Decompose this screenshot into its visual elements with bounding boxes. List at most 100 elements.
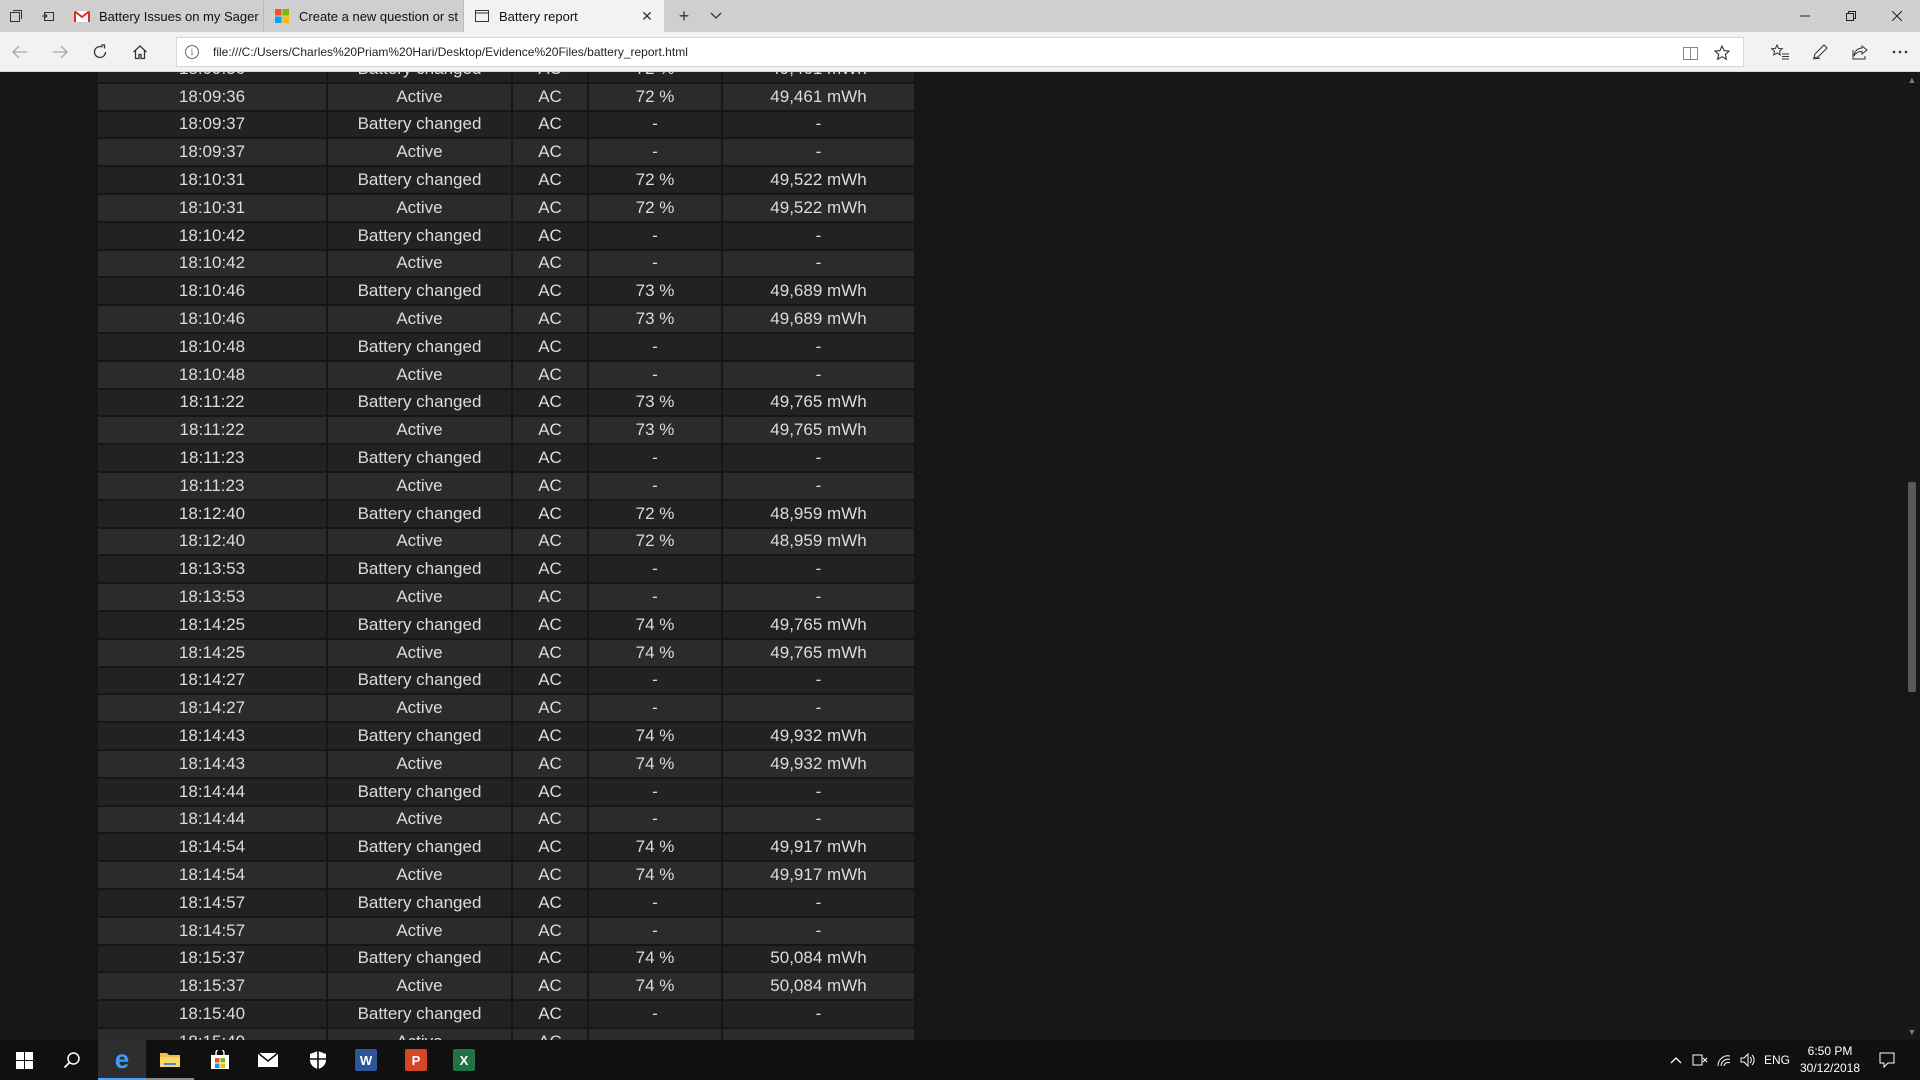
time-cell: 18:15:40 [98,1028,328,1040]
edge-icon[interactable]: e [98,1040,146,1080]
source-cell: AC [513,194,589,223]
percent-cell: - [589,667,723,696]
restore-icon[interactable] [1828,0,1874,32]
state-cell: Battery changed [328,834,513,863]
set-tabs-aside-icon[interactable] [32,0,64,32]
source-cell: AC [513,862,589,890]
minimize-icon[interactable] [1782,0,1828,32]
excel-icon[interactable]: X [440,1040,488,1080]
time-cell: 18:14:57 [98,889,328,918]
capacity-cell: - [723,472,916,501]
url-text[interactable]: file:///C:/Users/Charles%20Priam%20Hari/… [213,45,688,59]
time-cell: 18:14:27 [98,667,328,696]
volume-icon[interactable] [1736,1040,1760,1080]
time-cell: 18:14:25 [98,611,328,640]
scroll-up-icon[interactable]: ▲ [1904,72,1920,88]
new-tab-icon[interactable]: + [668,0,700,32]
site-info-icon[interactable]: i [185,45,199,59]
source-cell: AC [513,139,589,168]
source-cell: AC [513,778,589,807]
percent-cell: 73 % [589,306,723,334]
reading-view-icon[interactable] [1679,42,1701,64]
source-cell: AC [513,83,589,112]
source-cell: AC [513,250,589,279]
table-row: 18:11:23 Battery changed AC - - [98,445,916,473]
state-cell: Battery changed [328,333,513,362]
scrollbar-thumb[interactable] [1908,482,1916,692]
capacity-cell: 49,461 mWh [723,83,916,112]
more-options-icon[interactable] [1882,36,1918,68]
close-window-icon[interactable] [1874,0,1920,32]
percent-cell: 72 % [589,528,723,557]
table-row: 18:14:43 Battery changed AC 74 % 49,932 mWh [98,723,916,751]
favorites-hub-icon[interactable] [1762,36,1798,68]
show-hidden-icons-chevron-icon[interactable] [1664,1040,1688,1080]
tab-actions-icon[interactable] [0,0,32,32]
clock[interactable]: 6:50 PM 30/12/2018 [1790,1043,1870,1077]
back-icon[interactable] [2,36,38,68]
tab-microsoft[interactable]: Create a new question or st [264,0,464,32]
time-cell: 18:12:40 [98,500,328,529]
percent-cell: 74 % [589,639,723,668]
state-cell: Active [328,695,513,724]
tab-battery-report[interactable]: Battery report ✕ [464,0,664,32]
source-cell: AC [513,1028,589,1040]
capacity-cell: - [723,445,916,473]
favorite-star-icon[interactable] [1711,42,1733,64]
title-bar: Battery Issues on my Sager Create a new … [0,0,1920,32]
state-cell: Battery changed [328,945,513,974]
close-tab-icon[interactable]: ✕ [638,7,656,25]
time-cell: 18:13:53 [98,584,328,612]
time-cell: 18:12:40 [98,528,328,557]
time-cell: 18:11:22 [98,389,328,418]
powerpoint-icon[interactable]: P [392,1040,440,1080]
vertical-scrollbar[interactable]: ▲ ▼ [1904,72,1920,1040]
state-cell: Active [328,917,513,946]
store-icon[interactable] [196,1040,244,1080]
address-bar[interactable]: i file:///C:/Users/Charles%20Priam%20Har… [176,37,1744,67]
capacity-cell: 49,917 mWh [723,862,916,890]
start-icon[interactable] [0,1040,48,1080]
tab-gmail[interactable]: Battery Issues on my Sager [64,0,264,32]
percent-cell: 74 % [589,750,723,779]
time-cell: 18:10:31 [98,194,328,223]
capacity-cell: - [723,917,916,946]
state-cell: Active [328,417,513,446]
table-row: 18:15:37 Battery changed AC 74 % 50,084 mWh [98,945,916,974]
page-icon [474,8,490,24]
tab-preview-chevron-icon[interactable] [700,0,732,32]
forward-icon[interactable] [42,36,78,68]
tab-title: Create a new question or st [299,8,458,24]
share-icon[interactable] [1842,36,1878,68]
home-icon[interactable] [122,36,158,68]
table-row: 18:11:22 Active AC 73 % 49,765 mWh [98,417,916,446]
percent-cell: 74 % [589,945,723,974]
state-cell: Battery changed [328,667,513,696]
table-row: 18:11:22 Battery changed AC 73 % 49,765 mWh [98,389,916,418]
capacity-cell: - [723,806,916,835]
network-icon[interactable] [1712,1040,1736,1080]
source-cell: AC [513,639,589,668]
time-cell: 18:10:48 [98,361,328,390]
time-cell: 18:10:42 [98,222,328,251]
capacity-cell: - [723,111,916,140]
capacity-cell: 49,932 mWh [723,750,916,779]
table-row: 18:12:40 Active AC 72 % 48,959 mWh [98,528,916,557]
time-cell: 18:11:23 [98,445,328,473]
input-indicator-icon[interactable] [1688,1040,1712,1080]
language-indicator[interactable]: ENG [1762,1040,1792,1080]
action-center-icon[interactable] [1872,1040,1902,1080]
source-cell: AC [513,556,589,585]
file-explorer-icon[interactable] [146,1040,194,1080]
refresh-icon[interactable] [82,36,118,68]
word-icon[interactable]: W [342,1040,390,1080]
table-row: 18:14:54 Battery changed AC 74 % 49,917 mWh [98,834,916,863]
percent-cell: 74 % [589,611,723,640]
table-row: 18:10:46 Active AC 73 % 49,689 mWh [98,306,916,334]
scroll-down-icon[interactable]: ▼ [1904,1024,1920,1040]
web-note-pen-icon[interactable] [1802,36,1838,68]
mail-icon[interactable] [244,1040,292,1080]
defender-icon[interactable] [294,1040,342,1080]
table-row: 18:10:42 Battery changed AC - - [98,222,916,251]
search-icon[interactable] [48,1040,96,1080]
